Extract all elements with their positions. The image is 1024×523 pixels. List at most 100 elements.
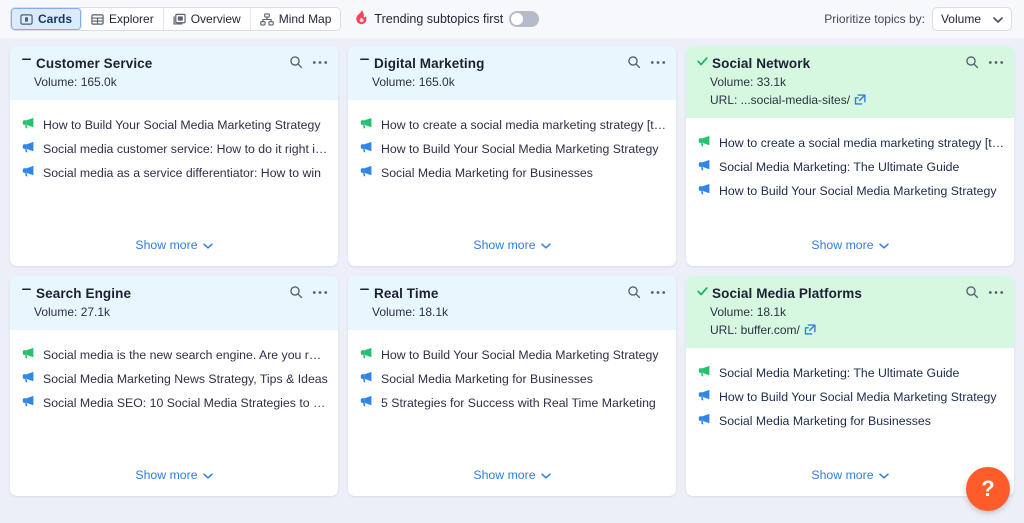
keyword-label: Social Media Marketing for Businesses (381, 371, 593, 388)
search-icon[interactable] (965, 55, 979, 69)
keyword-label: Social media is the new search engine. A… (43, 347, 328, 364)
help-button[interactable]: ? (966, 467, 1010, 511)
ellipsis-icon[interactable] (650, 60, 666, 65)
keyword-row[interactable]: Social Media Marketing: The Ultimate Gui… (696, 156, 1004, 180)
trending-subtopics-switch[interactable] (509, 11, 539, 27)
minus-icon[interactable] (358, 55, 371, 65)
topic-card: Search Engine Volume: 27.1k Social media i… (10, 276, 338, 496)
ellipsis-icon[interactable] (650, 290, 666, 295)
card-header: Search Engine Volume: 27.1k (10, 276, 338, 330)
ellipsis-icon[interactable] (312, 290, 328, 295)
search-icon[interactable] (627, 285, 641, 299)
megaphone-icon (698, 365, 711, 382)
trending-subtopics-toggle-group[interactable]: Trending subtopics first (355, 10, 539, 28)
ellipsis-icon[interactable] (312, 60, 328, 65)
megaphone-icon (22, 141, 35, 158)
card-header-actions (965, 285, 1004, 299)
keyword-row[interactable]: Social Media Marketing for Businesses (358, 368, 666, 392)
keyword-row[interactable]: Social media as a service differentiator… (20, 162, 328, 186)
ellipsis-icon[interactable] (988, 290, 1004, 295)
check-icon[interactable] (696, 55, 709, 67)
keyword-row[interactable]: How to Build Your Social Media Marketing… (358, 138, 666, 162)
card-title: Social Media Platforms (712, 285, 862, 302)
search-icon[interactable] (289, 285, 303, 299)
card-title-row: Real Time (358, 285, 664, 302)
external-link-icon[interactable] (804, 324, 816, 336)
show-more-button[interactable]: Show more (358, 458, 666, 496)
keyword-label: Social Media SEO: 10 Social Media Strate… (43, 395, 328, 412)
check-icon[interactable] (696, 285, 709, 297)
top-toolbar: Cards Explorer Overview Mind Map Trending s… (0, 0, 1024, 38)
megaphone-icon (360, 117, 373, 134)
view-tab-mind-map[interactable]: Mind Map (251, 8, 341, 30)
show-more-button[interactable]: Show more (696, 458, 1004, 496)
card-volume: Volume: 18.1k (372, 304, 664, 320)
card-header-actions (627, 285, 666, 299)
keyword-row[interactable]: How to create a social media marketing s… (696, 132, 1004, 156)
chevron-down-small-icon (541, 468, 551, 482)
search-icon[interactable] (965, 285, 979, 299)
card-title-row: Social Network (696, 55, 1002, 72)
card-url-text: URL: buffer.com/ (710, 322, 800, 338)
view-switcher[interactable]: Cards Explorer Overview Mind Map (10, 7, 341, 31)
keyword-row[interactable]: Social media customer service: How to do… (20, 138, 328, 162)
view-tab-label: Cards (38, 12, 72, 26)
search-icon[interactable] (627, 55, 641, 69)
view-tab-explorer[interactable]: Explorer (82, 8, 164, 30)
keyword-row[interactable]: Social Media Marketing News Strategy, Ti… (20, 368, 328, 392)
topic-card: Social Media PlatformsVolume: 18.1kURL: … (686, 276, 1014, 496)
minus-icon[interactable] (20, 55, 33, 65)
card-volume: Volume: 165.0k (34, 74, 326, 90)
show-more-button[interactable]: Show more (358, 228, 666, 266)
card-title-row: Social Media Platforms (696, 285, 1002, 302)
card-body: How to create a social media marketing s… (686, 118, 1014, 266)
flame-icon (355, 10, 368, 28)
keyword-row[interactable]: Social Media Marketing for Businesses (358, 162, 666, 186)
view-tab-overview[interactable]: Overview (164, 8, 251, 30)
ellipsis-icon[interactable] (988, 60, 1004, 65)
show-more-label: Show more (811, 468, 873, 482)
keyword-row[interactable]: Social Media Marketing for Businesses (696, 410, 1004, 434)
external-link-icon[interactable] (854, 94, 866, 106)
topic-card: Social NetworkVolume: 33.1kURL: ...socia… (686, 46, 1014, 266)
search-icon[interactable] (289, 55, 303, 69)
card-url: URL: ...social-media-sites/ (710, 92, 1002, 108)
show-more-label: Show more (473, 468, 535, 482)
view-tab-label: Overview (191, 12, 241, 26)
keyword-label: Social Media Marketing News Strategy, Ti… (43, 371, 328, 388)
prioritize-select[interactable]: Volume (932, 7, 1012, 31)
megaphone-icon (360, 395, 373, 412)
megaphone-icon (22, 117, 35, 134)
keyword-row[interactable]: How to Build Your Social Media Marketing… (358, 344, 666, 368)
show-more-label: Show more (135, 238, 197, 252)
keyword-row[interactable]: Social Media SEO: 10 Social Media Strate… (20, 392, 328, 416)
card-title-row: Search Engine (20, 285, 326, 302)
show-more-label: Show more (135, 468, 197, 482)
keyword-row[interactable]: How to Build Your Social Media Marketing… (696, 180, 1004, 204)
card-body: Social Media Marketing: The Ultimate Gui… (686, 348, 1014, 496)
megaphone-icon (360, 347, 373, 364)
overview-icon (173, 13, 186, 26)
minus-icon[interactable] (358, 285, 371, 295)
keyword-row[interactable]: Social Media Marketing: The Ultimate Gui… (696, 362, 1004, 386)
card-header: Digital MarketingVolume: 165.0k (348, 46, 676, 100)
card-header-actions (965, 55, 1004, 69)
keyword-row[interactable]: How to Build Your Social Media Marketing… (20, 114, 328, 138)
megaphone-icon (22, 165, 35, 182)
keyword-row[interactable]: Social media is the new search engine. A… (20, 344, 328, 368)
minus-icon[interactable] (20, 285, 33, 295)
keyword-row[interactable]: 5 Strategies for Success with Real Time … (358, 392, 666, 416)
view-tab-cards[interactable]: Cards (11, 8, 82, 30)
show-more-button[interactable]: Show more (20, 228, 328, 266)
card-volume: Volume: 27.1k (34, 304, 326, 320)
chevron-down-small-icon (203, 468, 213, 482)
card-url: URL: buffer.com/ (710, 322, 1002, 338)
keyword-label: Social Media Marketing: The Ultimate Gui… (719, 365, 959, 382)
topic-card: Real Time Volume: 18.1k How to Build Your … (348, 276, 676, 496)
show-more-button[interactable]: Show more (696, 228, 1004, 266)
keyword-label: Social Media Marketing: The Ultimate Gui… (719, 159, 959, 176)
keyword-row[interactable]: How to Build Your Social Media Marketing… (696, 386, 1004, 410)
keyword-row[interactable]: How to create a social media marketing s… (358, 114, 666, 138)
show-more-button[interactable]: Show more (20, 458, 328, 496)
keyword-label: Social Media Marketing for Businesses (381, 165, 593, 182)
